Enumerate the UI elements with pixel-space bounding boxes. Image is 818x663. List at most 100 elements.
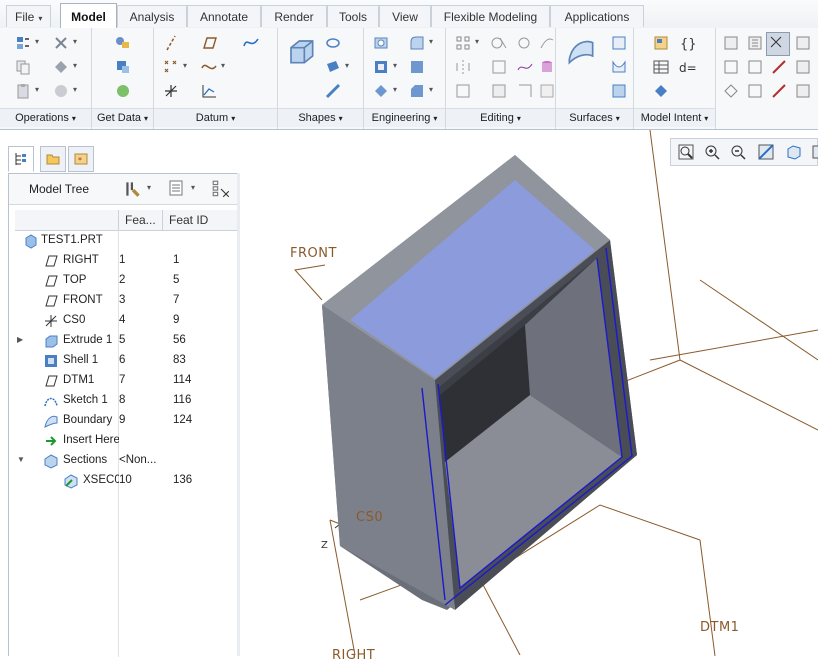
panel-splitter[interactable] bbox=[237, 173, 240, 656]
style-icon[interactable] bbox=[564, 36, 598, 66]
tree-row-sketch[interactable]: Sketch 1 8 116 bbox=[15, 391, 237, 411]
thicken-icon[interactable] bbox=[538, 58, 556, 76]
tree-row-cs0[interactable]: CS0 4 9 bbox=[15, 311, 237, 331]
plane-icon[interactable] bbox=[200, 34, 218, 52]
edit-icon[interactable] bbox=[770, 58, 788, 76]
solidify-icon[interactable] bbox=[516, 82, 534, 100]
group-shapes-label[interactable]: Shapes ▾ bbox=[278, 108, 363, 127]
sphere-icon[interactable]: ▾ bbox=[52, 82, 77, 100]
paint-icon[interactable]: ▾ bbox=[52, 58, 77, 76]
column-feat-number[interactable]: Fea... bbox=[125, 213, 156, 227]
rib-icon[interactable]: ▾ bbox=[372, 82, 397, 100]
blend-icon[interactable] bbox=[324, 82, 342, 100]
refit-icon[interactable] bbox=[677, 143, 697, 163]
tree-row-boundary[interactable]: Boundary 9 124 bbox=[15, 411, 237, 431]
draft-icon[interactable] bbox=[408, 58, 426, 76]
group-engineering-label[interactable]: Engineering ▾ bbox=[364, 108, 445, 127]
user-defined-feature-icon[interactable] bbox=[114, 34, 132, 52]
curve-icon[interactable]: ▾ bbox=[200, 58, 225, 76]
copy-icon[interactable] bbox=[14, 58, 32, 76]
delete-icon[interactable]: ▾ bbox=[52, 34, 77, 52]
publish-geometry-icon[interactable] bbox=[652, 82, 670, 100]
zoom-out-icon[interactable] bbox=[729, 143, 749, 163]
reference-icon[interactable] bbox=[746, 34, 764, 52]
display-style-icon[interactable] bbox=[811, 143, 818, 163]
model-tree-tab[interactable] bbox=[8, 146, 34, 172]
regenerate-icon[interactable]: ▾ bbox=[14, 34, 39, 52]
mirror-icon[interactable] bbox=[454, 58, 472, 76]
tree-row-insert-here[interactable]: Insert Here bbox=[15, 431, 237, 451]
fill-icon[interactable] bbox=[490, 82, 508, 100]
boundary-blend-icon[interactable] bbox=[610, 34, 628, 52]
cut-icon[interactable] bbox=[722, 58, 740, 76]
tab-view[interactable]: View bbox=[379, 5, 431, 27]
family-table-icon[interactable] bbox=[652, 34, 670, 52]
repaint-icon[interactable] bbox=[757, 143, 777, 163]
axis-icon[interactable] bbox=[162, 34, 180, 52]
component-interface-icon[interactable] bbox=[722, 34, 740, 52]
zoom-in-icon[interactable] bbox=[703, 143, 723, 163]
cs0-label[interactable]: CS0 bbox=[356, 510, 383, 525]
feature-ops-icon[interactable] bbox=[794, 34, 812, 52]
tab-tools[interactable]: Tools bbox=[327, 5, 379, 27]
group-datum-label[interactable]: Datum ▾ bbox=[154, 108, 277, 127]
favorites-tab[interactable]: * bbox=[68, 146, 94, 172]
attach-icon[interactable] bbox=[722, 82, 740, 100]
tree-row-right[interactable]: RIGHT 1 1 bbox=[15, 251, 237, 271]
merge-icon[interactable] bbox=[516, 34, 534, 52]
offset-icon[interactable] bbox=[538, 34, 556, 52]
parameters-icon[interactable]: {} bbox=[678, 34, 696, 52]
group-operations-label[interactable]: Operations ▾ bbox=[0, 108, 91, 127]
table-icon[interactable] bbox=[652, 58, 670, 76]
tree-row-front[interactable]: FRONT 3 7 bbox=[15, 291, 237, 311]
group-model-intent-label[interactable]: Model Intent ▾ bbox=[634, 108, 715, 127]
folder-browser-tab[interactable] bbox=[40, 146, 66, 172]
tab-model[interactable]: Model bbox=[60, 3, 117, 29]
tab-analysis[interactable]: Analysis bbox=[117, 5, 187, 27]
tree-settings-icon[interactable] bbox=[123, 179, 143, 202]
wrap-icon[interactable] bbox=[538, 82, 556, 100]
graphics-window[interactable]: FRONT CS0 Z DTM1 RIGHT bbox=[240, 130, 818, 663]
hole-icon[interactable] bbox=[372, 34, 390, 52]
round-icon[interactable]: ▾ bbox=[408, 34, 433, 52]
trim-icon[interactable] bbox=[490, 34, 508, 52]
front-datum-label[interactable]: FRONT bbox=[290, 246, 337, 261]
expand-arrow-icon[interactable]: ▶ bbox=[17, 335, 23, 344]
tab-applications[interactable]: Applications bbox=[550, 5, 644, 27]
shrinkwrap-icon[interactable] bbox=[114, 82, 132, 100]
tree-row-extrude[interactable]: ▶ Extrude 1 5 56 bbox=[15, 331, 237, 351]
tree-row-sections[interactable]: ▼ Sections <Non... bbox=[15, 451, 237, 471]
pattern-icon[interactable]: ▾ bbox=[454, 34, 479, 52]
project-icon[interactable] bbox=[516, 58, 534, 76]
dtm1-label[interactable]: DTM1 bbox=[700, 620, 739, 635]
switch-dimensions-icon[interactable] bbox=[766, 32, 790, 56]
pencil-icon[interactable] bbox=[770, 82, 788, 100]
tree-filter-icon[interactable] bbox=[211, 179, 231, 202]
chevron-down-icon[interactable]: ▾ bbox=[191, 183, 195, 192]
sweep-icon[interactable]: ▾ bbox=[324, 58, 349, 76]
sketch-icon[interactable] bbox=[242, 34, 260, 52]
point-icon[interactable]: ▾ bbox=[162, 58, 187, 76]
tree-row-xsec[interactable]: XSEC0001 10 136 bbox=[15, 471, 237, 491]
replace-icon[interactable] bbox=[794, 58, 812, 76]
collapse-arrow-icon[interactable]: ▼ bbox=[17, 455, 25, 464]
move-icon[interactable] bbox=[746, 58, 764, 76]
analysis-graph-icon[interactable] bbox=[200, 82, 218, 100]
tab-render[interactable]: Render bbox=[261, 5, 327, 27]
group-get-data-label[interactable]: Get Data ▾ bbox=[92, 108, 153, 127]
freestyle-icon[interactable] bbox=[610, 58, 628, 76]
tree-row-shell[interactable]: Shell 1 6 83 bbox=[15, 351, 237, 371]
revolve-icon[interactable] bbox=[324, 34, 342, 52]
link-icon[interactable] bbox=[794, 82, 812, 100]
file-menu[interactable]: File ▾ bbox=[6, 5, 51, 27]
flip-icon[interactable] bbox=[746, 82, 764, 100]
relations-icon[interactable]: d= bbox=[678, 58, 696, 76]
chamfer-icon[interactable]: ▾ bbox=[408, 82, 433, 100]
column-feat-id[interactable]: Feat ID bbox=[169, 213, 208, 227]
chevron-down-icon[interactable]: ▾ bbox=[147, 183, 151, 192]
group-surfaces-label[interactable]: Surfaces ▾ bbox=[556, 108, 633, 127]
saved-views-icon[interactable] bbox=[785, 143, 805, 163]
extrude-icon[interactable] bbox=[286, 36, 316, 66]
shell-icon[interactable]: ▾ bbox=[372, 58, 397, 76]
tree-row-top[interactable]: TOP 2 5 bbox=[15, 271, 237, 291]
